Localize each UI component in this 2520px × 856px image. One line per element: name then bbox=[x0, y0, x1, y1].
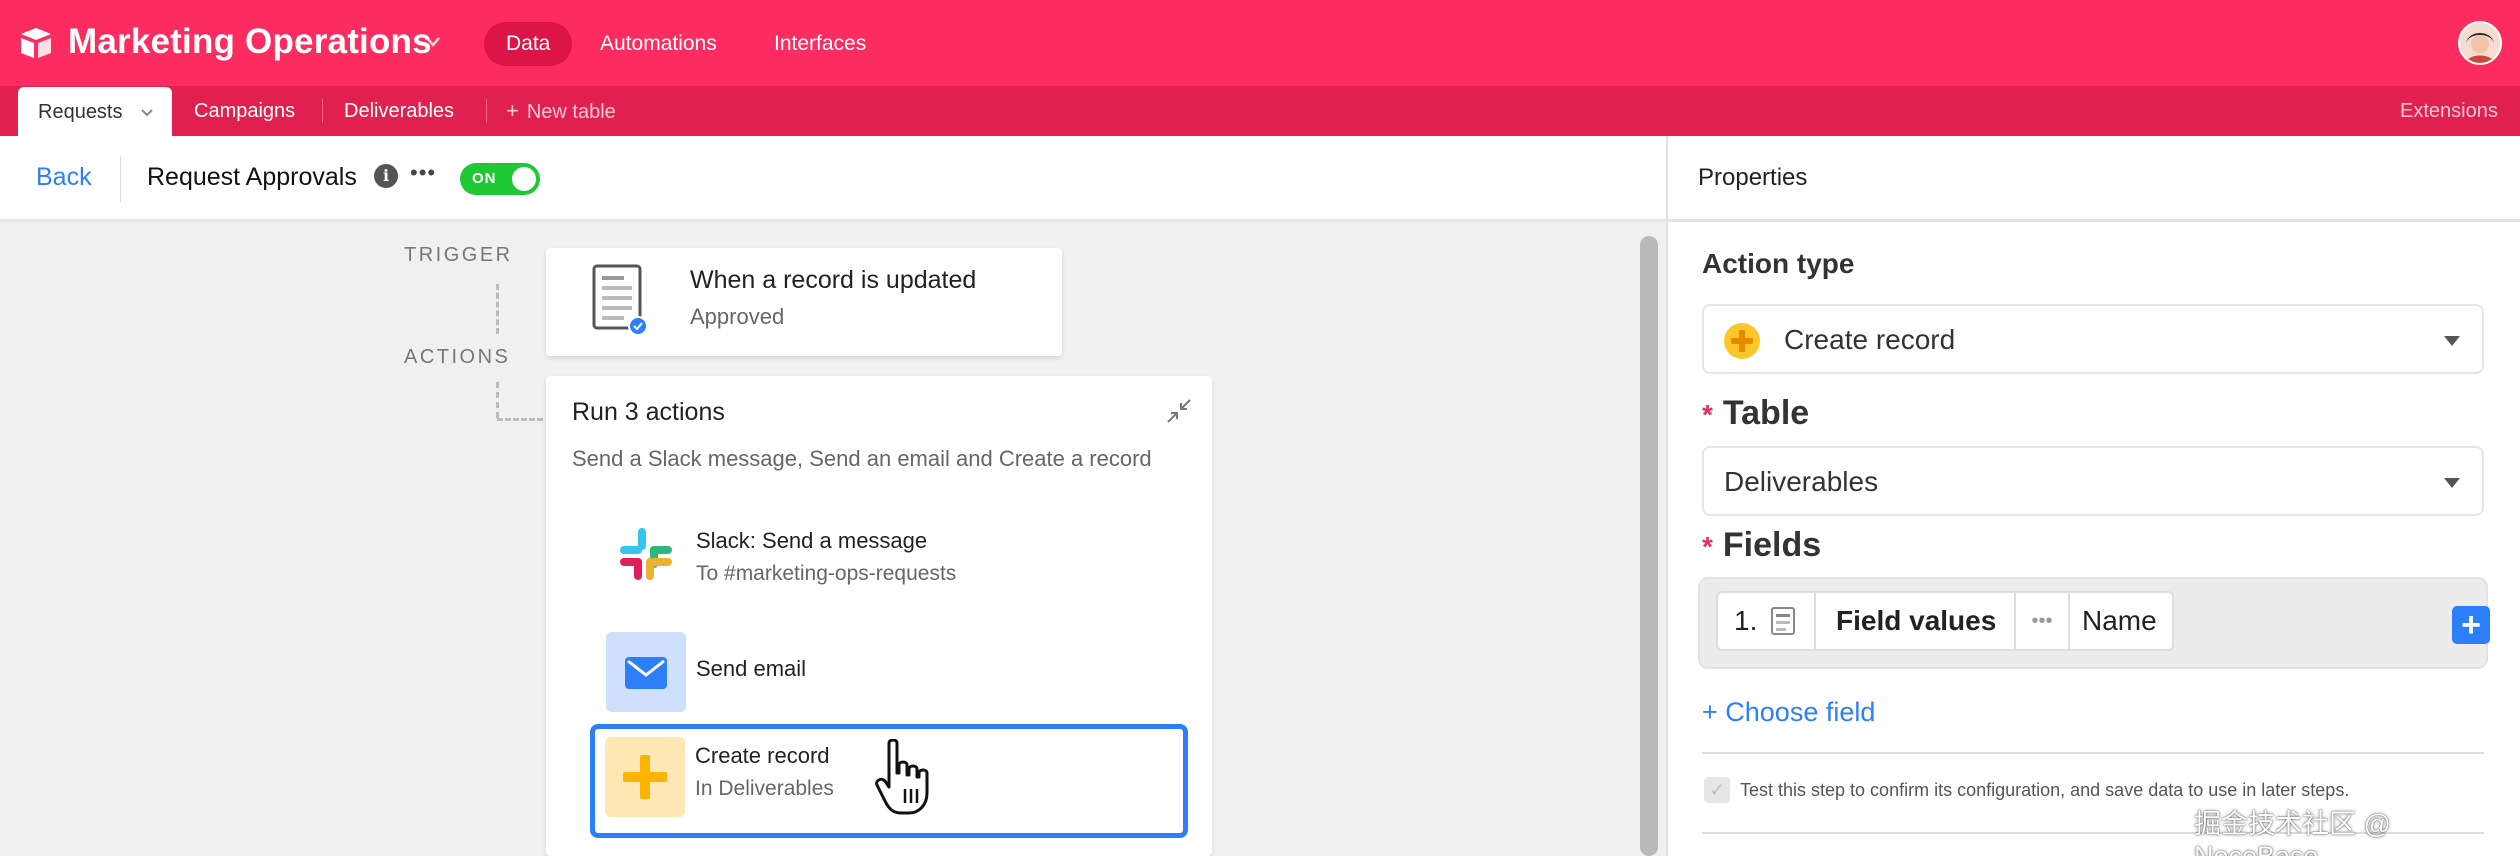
divider bbox=[1702, 752, 2484, 754]
field-row-index: 1. bbox=[1734, 605, 1758, 636]
add-field-value-button[interactable]: + bbox=[2452, 606, 2490, 644]
plus-icon: + bbox=[506, 98, 519, 123]
new-table-label: New table bbox=[526, 101, 616, 123]
required-asterisk: * bbox=[1702, 399, 1713, 430]
canvas-scrollbar[interactable] bbox=[1640, 236, 1658, 856]
connector-line bbox=[496, 382, 499, 418]
plus-icon bbox=[1724, 323, 1760, 359]
tab-requests[interactable]: Requests bbox=[18, 87, 172, 136]
plus-icon bbox=[623, 755, 667, 799]
create-record-title: Create record bbox=[695, 743, 830, 768]
field-row-index-cell: 1. bbox=[1716, 591, 1816, 651]
slack-item-subtitle: To #marketing-ops-requests bbox=[696, 562, 957, 585]
create-record-subtitle: In Deliverables bbox=[695, 777, 834, 800]
caret-down-icon bbox=[2444, 336, 2460, 346]
extensions-button[interactable]: Extensions bbox=[2400, 86, 2498, 136]
back-button[interactable]: Back bbox=[36, 163, 92, 192]
slack-item-title: Slack: Send a message bbox=[696, 528, 928, 553]
tab-divider bbox=[322, 99, 323, 123]
hand-cursor-icon bbox=[875, 739, 929, 815]
properties-header: Properties bbox=[1666, 136, 2520, 222]
action-type-label: Action type bbox=[1702, 248, 1855, 279]
connector-line bbox=[497, 418, 543, 421]
fields-box: 1. Field values ••• Name + bbox=[1698, 577, 2490, 669]
properties-title: Properties bbox=[1698, 164, 1808, 191]
trigger-title: When a record is updated bbox=[690, 266, 977, 294]
watermark: 掘金技术社区 @ NocoBase bbox=[2194, 809, 2391, 856]
automation-name[interactable]: Request Approvals bbox=[147, 163, 357, 192]
field-values-cell[interactable]: Field values bbox=[1814, 591, 2016, 651]
field-type-icon bbox=[1771, 607, 1795, 635]
fields-label-text: Fields bbox=[1722, 526, 1822, 564]
action-type-select[interactable]: Create record bbox=[1702, 304, 2484, 374]
tab-divider bbox=[486, 99, 487, 123]
table-value: Deliverables bbox=[1724, 466, 1879, 497]
toggle-label: ON bbox=[472, 170, 497, 187]
automation-header: Back Request Approvals i ••• ON bbox=[0, 136, 1666, 222]
header-divider bbox=[120, 156, 121, 202]
table-tab-bar: Requests Campaigns Deliverables + New tab… bbox=[0, 86, 2520, 136]
chevron-down-icon[interactable] bbox=[424, 35, 442, 49]
caret-down-icon bbox=[2444, 478, 2460, 488]
tab-requests-label: Requests bbox=[38, 101, 123, 123]
nav-automations[interactable]: Automations bbox=[578, 22, 739, 66]
automation-toggle[interactable]: ON bbox=[460, 163, 540, 195]
chevron-down-icon[interactable] bbox=[140, 108, 154, 118]
required-asterisk: * bbox=[1702, 531, 1713, 562]
base-title[interactable]: Marketing Operations bbox=[68, 22, 432, 62]
actions-label: ACTIONS bbox=[404, 346, 511, 368]
avatar[interactable] bbox=[2458, 21, 2502, 65]
test-step-checkbox[interactable]: ✓ bbox=[1704, 777, 1730, 803]
plus-icon-box bbox=[605, 737, 685, 817]
choose-field-link[interactable]: + Choose field bbox=[1702, 697, 1875, 728]
info-icon[interactable]: i bbox=[374, 164, 398, 188]
toggle-knob bbox=[512, 167, 536, 191]
action-item-create-record[interactable]: Create record In Deliverables bbox=[590, 724, 1188, 838]
test-step-text: Test this step to confirm its configurat… bbox=[1740, 780, 2350, 800]
action-type-value: Create record bbox=[1784, 324, 1956, 355]
workflow-canvas: TRIGGER ACTIONS When a record is updated… bbox=[0, 222, 1666, 856]
more-options-icon[interactable]: ••• bbox=[410, 160, 436, 186]
trigger-label: TRIGGER bbox=[404, 244, 513, 266]
table-label: * Table bbox=[1702, 394, 1809, 433]
envelope-icon bbox=[625, 657, 667, 689]
action-item-slack[interactable]: Slack: Send a message To #marketing-ops-… bbox=[566, 510, 1186, 606]
tab-campaigns[interactable]: Campaigns bbox=[194, 86, 295, 136]
more-options-icon[interactable]: ••• bbox=[2014, 591, 2070, 651]
airtable-logo-icon[interactable] bbox=[18, 26, 54, 60]
actions-title: Run 3 actions bbox=[572, 398, 725, 426]
table-select[interactable]: Deliverables bbox=[1702, 446, 2484, 516]
fields-label: * Fields bbox=[1702, 526, 1821, 565]
record-updated-icon bbox=[592, 264, 648, 336]
trigger-card[interactable]: When a record is updated Approved bbox=[546, 248, 1062, 356]
top-bar: Marketing Operations Data Automations In… bbox=[0, 0, 2520, 86]
avatar-icon bbox=[2460, 23, 2500, 63]
nav-interfaces[interactable]: Interfaces bbox=[752, 22, 888, 66]
nav-data[interactable]: Data bbox=[484, 22, 573, 66]
send-email-title: Send email bbox=[696, 656, 807, 681]
field-name-cell[interactable]: Name bbox=[2068, 591, 2174, 651]
table-label-text: Table bbox=[1722, 394, 1810, 432]
trigger-subtitle: Approved bbox=[690, 304, 785, 329]
new-table-button[interactable]: + New table bbox=[506, 86, 616, 136]
properties-panel: Action type Create record * Table Deliver… bbox=[1666, 222, 2520, 856]
slack-icon bbox=[620, 528, 672, 580]
action-item-send-email[interactable]: Send email bbox=[566, 630, 1186, 714]
collapse-icon[interactable] bbox=[1166, 398, 1192, 424]
actions-subtitle: Send a Slack message, Send an email and … bbox=[572, 446, 1152, 471]
tab-deliverables[interactable]: Deliverables bbox=[344, 86, 454, 136]
envelope-icon-box bbox=[606, 632, 686, 712]
connector-line bbox=[496, 284, 499, 334]
